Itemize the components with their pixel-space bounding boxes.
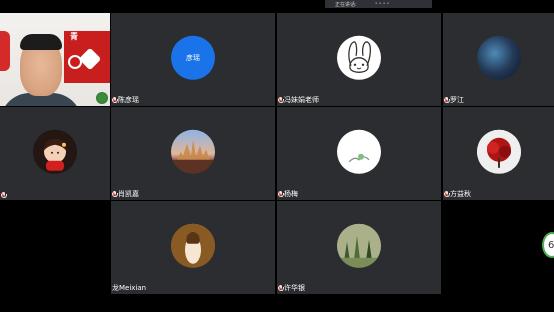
participant-name: 方益秋 xyxy=(443,190,471,199)
mic-muted-icon xyxy=(111,191,118,198)
participant-tile[interactable]: 龙Meixian xyxy=(111,201,275,294)
backdrop-banner: 青 xyxy=(64,31,110,83)
participant-tile[interactable]: 许华银 xyxy=(277,201,441,294)
self-video-tile[interactable]: 青 xyxy=(0,13,110,106)
sketch-drawing xyxy=(348,153,370,162)
participant-name-text: 陈彦瑶 xyxy=(118,96,139,104)
participant-tile[interactable]: 冯妹娟老师 xyxy=(277,13,441,106)
participant-name: 陈彦瑶 xyxy=(111,96,139,105)
meeting-grid: 正在讲话: •••• 青 彦瑶 陈彦瑶 冯妹娟老师 罗江 肖凯嘉 杨梅 方益秋 … xyxy=(0,0,554,312)
earth-icon xyxy=(476,35,521,80)
participant-name-text: 龙Meixian xyxy=(112,284,147,292)
participant-tile[interactable]: 杨梅 xyxy=(277,107,441,200)
banner-diamond xyxy=(78,47,102,71)
girl-icon xyxy=(33,129,77,174)
participant-name-text: 肖凯嘉 xyxy=(118,190,139,198)
participant-tile[interactable]: 罗江 xyxy=(443,13,554,106)
participant-tile[interactable]: 彦瑶 陈彦瑶 xyxy=(111,13,275,106)
mic-muted-icon xyxy=(277,191,284,198)
mic-muted-icon xyxy=(0,192,7,199)
mic-muted-icon xyxy=(277,97,284,104)
tree-icon xyxy=(476,129,521,174)
tree-drawing xyxy=(476,129,521,174)
forest-icon xyxy=(337,223,381,268)
woman-drawing xyxy=(171,223,215,268)
participant-name: 冯妹娟老师 xyxy=(277,96,319,105)
girl-drawing xyxy=(33,129,77,174)
participant-name: 许华银 xyxy=(277,284,305,293)
speaking-indicator: 正在讲话: •••• xyxy=(325,0,432,8)
mic-muted-icon xyxy=(277,285,284,292)
participant-name: 龙Meixian xyxy=(112,284,146,293)
participant-name xyxy=(0,192,7,199)
forest-drawing xyxy=(337,223,381,268)
participant-count-text: 6 xyxy=(548,239,554,251)
backdrop-red-left xyxy=(0,31,10,71)
participant-tile[interactable]: 方益秋 xyxy=(443,107,554,200)
participant-name-text: 杨梅 xyxy=(284,190,298,198)
participant-name-text: 许华银 xyxy=(284,284,305,292)
bunny-drawing xyxy=(348,40,372,73)
plant-icon xyxy=(96,92,108,104)
avatar: 彦瑶 xyxy=(171,35,215,80)
woman-icon xyxy=(171,223,215,268)
participant-name-text: 冯妹娟老师 xyxy=(284,96,319,104)
sketch-icon xyxy=(337,129,381,174)
speaking-label: 正在讲话: xyxy=(335,1,357,8)
participant-name-text: 罗江 xyxy=(450,96,464,104)
participant-count-badge[interactable]: 6 xyxy=(542,232,554,258)
person-hair xyxy=(20,34,62,50)
mic-muted-icon xyxy=(111,97,118,104)
avatar-initials: 彦瑶 xyxy=(186,53,200,62)
participant-tile[interactable] xyxy=(0,107,110,200)
speaking-dots: •••• xyxy=(374,1,391,7)
participant-tile[interactable]: 肖凯嘉 xyxy=(111,107,275,200)
banner-glyph: 青 xyxy=(70,32,78,41)
palace-icon xyxy=(171,129,215,174)
participant-name: 罗江 xyxy=(443,96,464,105)
participant-name: 肖凯嘉 xyxy=(111,190,139,199)
mic-muted-icon xyxy=(443,97,450,104)
participant-name: 杨梅 xyxy=(277,190,298,199)
palace-drawing xyxy=(171,139,215,174)
bunny-icon xyxy=(337,35,381,80)
mic-muted-icon xyxy=(443,191,450,198)
participant-name-text: 方益秋 xyxy=(450,190,471,198)
